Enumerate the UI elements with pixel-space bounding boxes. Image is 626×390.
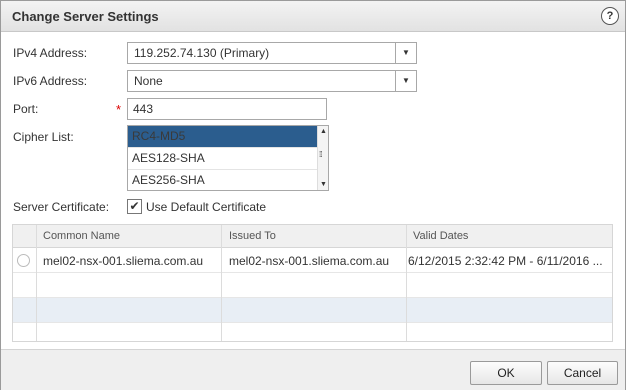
- port-label: Port:: [13, 102, 39, 116]
- row-radio-button[interactable]: [17, 254, 30, 267]
- cipher-list-label: Cipher List:: [13, 130, 74, 144]
- cipher-option[interactable]: AES256-SHA: [128, 170, 319, 190]
- required-asterisk: *: [116, 102, 122, 117]
- ipv4-select-value: 119.252.74.130 (Primary): [134, 46, 270, 60]
- cell-issued-to: mel02-nsx-001.sliema.com.au: [229, 254, 390, 268]
- cancel-button[interactable]: Cancel: [547, 361, 618, 385]
- cipher-option[interactable]: RC4-MD5: [128, 126, 319, 148]
- help-icon[interactable]: ?: [601, 7, 619, 25]
- server-certificate-label: Server Certificate:: [13, 200, 110, 214]
- table-row-empty: [13, 298, 612, 323]
- table-row-empty: [13, 323, 612, 347]
- port-input-value: 443: [133, 102, 154, 116]
- cell-valid-dates: 6/12/2015 2:32:42 PM - 6/11/2016 ...: [408, 254, 603, 268]
- ipv6-select-value: None: [134, 74, 163, 88]
- chevron-down-icon[interactable]: ▼: [395, 71, 416, 91]
- cipher-listbox[interactable]: RC4-MD5 AES128-SHA AES256-SHA ▲ ⁞⁞ ▼: [127, 125, 329, 191]
- table-header: Common Name Issued To Valid Dates: [13, 225, 612, 248]
- column-header-valid-dates[interactable]: Valid Dates: [413, 230, 468, 242]
- ipv6-select[interactable]: None ▼: [127, 70, 417, 92]
- ok-button[interactable]: OK: [470, 361, 542, 385]
- column-divider: [406, 225, 407, 341]
- scroll-grip-icon[interactable]: ⁞⁞: [319, 150, 323, 159]
- use-default-certificate-checkbox[interactable]: ✔: [127, 199, 142, 214]
- cipher-scrollbar[interactable]: ▲ ⁞⁞ ▼: [317, 126, 328, 190]
- chevron-down-icon[interactable]: ▼: [395, 43, 416, 63]
- scroll-up-icon[interactable]: ▲: [320, 128, 327, 135]
- ipv4-select[interactable]: 119.252.74.130 (Primary) ▼: [127, 42, 417, 64]
- column-header-common-name[interactable]: Common Name: [43, 230, 120, 242]
- port-input[interactable]: 443: [127, 98, 327, 120]
- table-row[interactable]: mel02-nsx-001.sliema.com.au mel02-nsx-00…: [13, 248, 612, 273]
- column-divider: [36, 225, 37, 341]
- ipv4-label: IPv4 Address:: [13, 46, 88, 60]
- column-divider: [221, 225, 222, 341]
- scroll-down-icon[interactable]: ▼: [320, 181, 327, 188]
- dialog-footer: OK Cancel: [1, 349, 625, 390]
- table-row-empty: [13, 273, 612, 298]
- use-default-certificate-label[interactable]: Use Default Certificate: [146, 200, 266, 214]
- cell-common-name: mel02-nsx-001.sliema.com.au: [43, 254, 204, 268]
- ipv6-label: IPv6 Address:: [13, 74, 88, 88]
- certificate-table: Common Name Issued To Valid Dates mel02-…: [12, 224, 613, 342]
- change-server-settings-dialog: Change Server Settings ? IPv4 Address: 1…: [0, 0, 626, 390]
- dialog-titlebar: Change Server Settings ?: [1, 1, 625, 32]
- cipher-option[interactable]: AES128-SHA: [128, 148, 319, 170]
- column-header-issued-to[interactable]: Issued To: [229, 230, 276, 242]
- dialog-title: Change Server Settings: [12, 9, 159, 24]
